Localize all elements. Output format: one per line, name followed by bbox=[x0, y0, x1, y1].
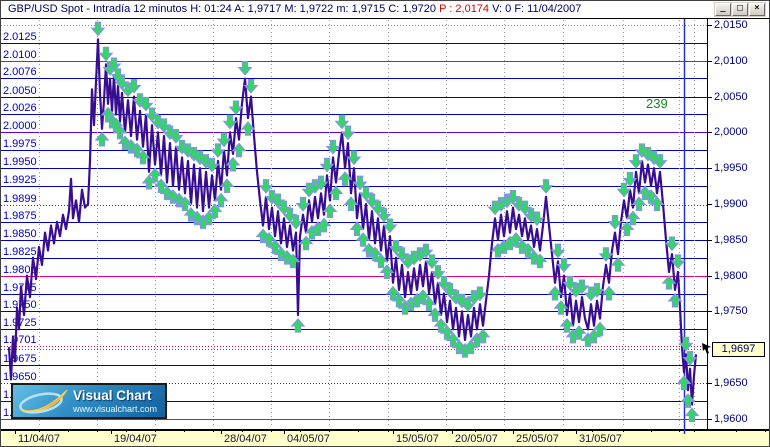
y-axis-label-left: 1.9875 bbox=[3, 209, 37, 222]
y-axis-label-left: 1.9775 bbox=[3, 281, 37, 294]
y-axis-label-right: 1,9750 bbox=[714, 304, 748, 317]
restore-button[interactable]: □ bbox=[732, 3, 748, 16]
title-segment-p-value: P : 2,0174 bbox=[439, 3, 490, 15]
y-axis-label-left: 2.0026 bbox=[3, 101, 37, 114]
x-axis-date-label: 19/04/07 bbox=[114, 433, 157, 445]
window-controls: _ □ × bbox=[714, 2, 766, 17]
y-axis-label-left: 2.0076 bbox=[3, 65, 37, 78]
y-axis-label-left: 1.9750 bbox=[3, 298, 37, 311]
title-segment-quote: GBP/USD Spot - Intradía 12 minutos H: 01… bbox=[8, 3, 440, 15]
y-axis-label-left: 1.9925 bbox=[3, 173, 37, 186]
visual-chart-window: GBP/USD Spot - Intradía 12 minutos H: 01… bbox=[0, 0, 770, 447]
y-axis-label-left: 1.9950 bbox=[3, 155, 37, 168]
title-bar[interactable]: GBP/USD Spot - Intradía 12 minutos H: 01… bbox=[1, 1, 769, 19]
y-axis-label-left: 1.9825 bbox=[3, 245, 37, 258]
logo-title: Visual Chart bbox=[73, 388, 152, 403]
y-axis-label-left: 2.0050 bbox=[3, 84, 37, 97]
title-segment-volume-date: V: 0 F: 11/04/2007 bbox=[489, 3, 582, 15]
y-axis-label-right: 1,9600 bbox=[714, 412, 748, 425]
y-axis-label-left: 1.9725 bbox=[3, 316, 37, 329]
logo-url[interactable]: www.visualchart.com bbox=[73, 404, 157, 414]
x-axis-date-label: 04/05/07 bbox=[287, 433, 330, 445]
chart-plot-area[interactable] bbox=[1, 18, 707, 429]
y-axis-label-right: 2,0050 bbox=[714, 90, 748, 103]
y-axis-label-left: 2.0100 bbox=[3, 48, 37, 61]
axis-cursor-icon bbox=[702, 342, 711, 354]
y-axis-label-right: 1,9900 bbox=[714, 197, 748, 210]
x-axis-date-label: 20/05/07 bbox=[455, 433, 498, 445]
x-axis-date-label: 25/05/07 bbox=[516, 433, 559, 445]
y-axis-label-left: 1.9675 bbox=[3, 352, 37, 365]
y-axis-label-right: 1,9850 bbox=[714, 233, 748, 246]
y-axis-label-right: 1,9650 bbox=[714, 376, 748, 389]
current-price-marker: 1,9697 bbox=[712, 341, 765, 357]
y-axis-label-right: 2,0000 bbox=[714, 125, 748, 138]
x-axis-date-label: 11/04/07 bbox=[18, 433, 61, 445]
y-axis-label-left: 1.9975 bbox=[3, 137, 37, 150]
price-axis[interactable] bbox=[707, 18, 769, 429]
swoosh-icon bbox=[19, 389, 68, 414]
y-axis-label-right: 2,0150 bbox=[714, 18, 748, 31]
y-axis-label-left: 1.9850 bbox=[3, 227, 37, 240]
x-axis-date-label: 28/04/07 bbox=[224, 433, 267, 445]
y-axis-label-left: 2.0000 bbox=[3, 119, 37, 132]
x-axis-date-label: 31/05/07 bbox=[579, 433, 622, 445]
close-button[interactable]: × bbox=[749, 3, 765, 16]
x-axis-date-label: 15/05/07 bbox=[396, 433, 439, 445]
y-axis-label-left: 2.0125 bbox=[3, 30, 37, 43]
y-axis-label-right: 2,0100 bbox=[714, 54, 748, 67]
y-axis-label-left: 1.9800 bbox=[3, 263, 37, 276]
minimize-button[interactable]: _ bbox=[715, 3, 731, 16]
visual-chart-logo: Visual Chart www.visualchart.com bbox=[11, 383, 167, 419]
y-axis-label-right: 1,9800 bbox=[714, 269, 748, 282]
y-axis-label-left: 1.9701 bbox=[3, 333, 37, 346]
y-axis-label-left: 1.9650 bbox=[3, 370, 37, 383]
y-axis-label-left: 1.9899 bbox=[3, 192, 37, 205]
bar-count-label: 239 bbox=[646, 96, 668, 111]
title-text: GBP/USD Spot - Intradía 12 minutos H: 01… bbox=[8, 3, 581, 15]
y-axis-label-right: 1,9950 bbox=[714, 161, 748, 174]
